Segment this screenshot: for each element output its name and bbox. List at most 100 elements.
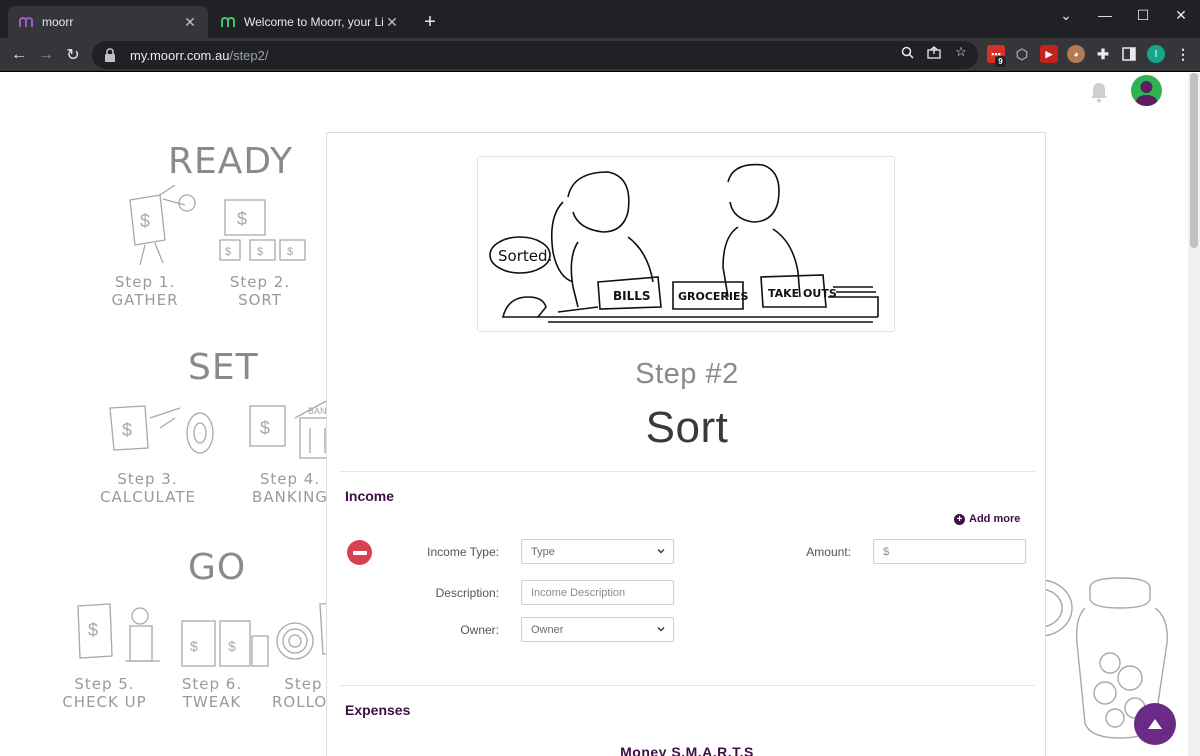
svg-text:$: $ <box>225 246 231 258</box>
notification-bell-icon[interactable] <box>1089 81 1109 103</box>
step-5-line2: CHECK UP <box>62 693 147 711</box>
add-more-button[interactable]: + Add more <box>954 513 1020 525</box>
step-2-line2: SORT <box>238 291 282 309</box>
profile-avatar-icon[interactable]: I <box>1147 45 1165 63</box>
remove-income-button[interactable] <box>347 540 372 565</box>
sorting-bills-illustration: Sorted. BILLS GROCERIES TAKE OUTS <box>489 163 879 323</box>
zoom-icon[interactable] <box>899 44 915 60</box>
new-tab-button[interactable]: + <box>418 10 442 34</box>
folder-groceries-label: GROCERIES <box>678 290 749 303</box>
user-avatar[interactable] <box>1131 75 1162 106</box>
minimize-window-icon[interactable]: — <box>1086 0 1124 30</box>
divider <box>339 471 1035 472</box>
extension-badge: 9 <box>995 56 1006 67</box>
amount-label: Amount: <box>806 545 851 559</box>
browser-toolbar: ← → ↻ my.moorr.com.au/step2/ ☆ ▪▪▪ 9 ⬡ ▶… <box>0 38 1200 72</box>
chevron-down-icon <box>657 549 665 554</box>
go-heading: GO <box>188 547 247 588</box>
step-2-line1: Step 2. <box>229 273 291 291</box>
tab-close-icon[interactable]: ✕ <box>384 14 400 30</box>
set-doodles-illustration: $ $ BANK <box>109 399 360 459</box>
sidebar-step-5[interactable]: Step 5. CHECK UP <box>62 675 147 711</box>
hero-image: Sorted. BILLS GROCERIES TAKE OUTS <box>477 156 895 332</box>
tab-search-chevron-icon[interactable]: ⌄ <box>1047 0 1085 30</box>
income-type-value: Type <box>531 545 555 558</box>
chrome-menu-icon[interactable]: ⋮ <box>1174 45 1192 63</box>
owner-value: Owner <box>531 623 564 636</box>
hero-bubble-text: Sorted. <box>498 247 552 265</box>
moorr-green-favicon-icon <box>220 14 236 30</box>
svg-text:$: $ <box>287 246 293 258</box>
url-text: my.moorr.com.au/step2/ <box>130 47 269 63</box>
svg-text:$: $ <box>190 638 198 654</box>
description-input[interactable]: Income Description <box>521 580 674 605</box>
step-6-line2: TWEAK <box>182 693 242 711</box>
sidebar-step-6[interactable]: Step 6. TWEAK <box>172 675 252 711</box>
plus-circle-icon: + <box>954 513 965 525</box>
go-doodles-illustration: $ $$ $ <box>77 601 359 667</box>
sidebar-step-1[interactable]: Step 1. GATHER <box>105 273 185 309</box>
maximize-window-icon[interactable]: ☐ <box>1124 0 1162 30</box>
scrollbar-thumb[interactable] <box>1190 73 1198 248</box>
back-arrow-icon[interactable]: ← <box>6 42 32 68</box>
svg-text:$: $ <box>257 246 263 258</box>
folder-takeouts-label: TAKE OUTS <box>768 287 837 300</box>
page-scrollbar[interactable] <box>1188 73 1200 756</box>
set-heading: SET <box>188 347 259 388</box>
owner-label: Owner: <box>460 623 499 637</box>
ready-doodles-illustration: $ $ $ $ $ <box>129 185 306 266</box>
owner-select[interactable]: Owner <box>521 617 674 642</box>
sidebar-step-3[interactable]: Step 3. CALCULATE <box>100 470 195 506</box>
minus-icon <box>352 550 367 555</box>
page-viewport: READY $ $ $ $ $ Step 1. GATHER Step 2. SOR… <box>0 73 1200 756</box>
step-5-line1: Step 5. <box>74 675 135 693</box>
income-type-select[interactable]: Type <box>521 539 674 564</box>
chevron-down-icon <box>657 627 665 632</box>
step-3-line1: Step 3. <box>117 470 178 488</box>
folder-bills-label: BILLS <box>613 289 651 303</box>
reload-icon[interactable]: ↻ <box>60 42 86 68</box>
bookmark-star-icon[interactable]: ☆ <box>953 44 969 60</box>
scroll-to-top-button[interactable] <box>1134 703 1176 745</box>
amount-placeholder: $ <box>883 545 890 558</box>
extension-face-icon[interactable]: ◕ <box>1067 45 1085 63</box>
extension-shield-icon[interactable]: ⬡ <box>1013 45 1031 63</box>
share-icon[interactable] <box>926 44 942 60</box>
address-bar[interactable]: my.moorr.com.au/step2/ <box>92 41 978 69</box>
tab-welcome[interactable]: Welcome to Moorr, your Lifestyle by ✕ <box>210 6 410 38</box>
income-section-title: Income <box>345 488 395 504</box>
triangle-up-icon <box>1148 719 1162 729</box>
forward-arrow-icon[interactable]: → <box>33 42 59 68</box>
svg-text:$: $ <box>260 418 270 438</box>
extension-video-icon[interactable]: ▶ <box>1040 45 1058 63</box>
ready-heading: READY <box>168 141 294 182</box>
step-number: Step #2 <box>635 358 739 390</box>
step-4-line1: Step 4. <box>259 470 321 488</box>
sidebar-step-4[interactable]: Step 4. BANKING <box>250 470 330 506</box>
side-panel-icon[interactable] <box>1120 45 1138 63</box>
tab-close-icon[interactable]: ✕ <box>182 14 198 30</box>
step-1-line1: Step 1. <box>114 273 176 291</box>
description-label: Description: <box>435 586 499 600</box>
description-placeholder: Income Description <box>531 586 626 599</box>
tab-title: moorr <box>42 15 74 29</box>
step-1-line2: GATHER <box>111 291 179 309</box>
extensions-puzzle-icon[interactable]: ✚ <box>1094 45 1112 63</box>
browser-tabstrip: moorr ✕ Welcome to Moorr, your Lifestyle… <box>0 0 1200 38</box>
close-window-icon[interactable]: ✕ <box>1162 0 1200 30</box>
svg-text:$: $ <box>88 620 98 640</box>
moorr-favicon-icon <box>18 14 34 30</box>
divider <box>339 685 1035 686</box>
step-3-line2: CALCULATE <box>100 488 196 506</box>
tab-moorr[interactable]: moorr ✕ <box>8 6 208 38</box>
svg-text:$: $ <box>122 420 132 440</box>
add-more-label: Add more <box>969 513 1021 525</box>
step-title: Sort <box>645 403 729 452</box>
sidebar-step-2[interactable]: Step 2. SORT <box>220 273 300 309</box>
amount-input[interactable]: $ <box>873 539 1026 564</box>
user-silhouette-icon <box>1135 81 1158 106</box>
svg-text:$: $ <box>228 638 236 654</box>
tab-title: Welcome to Moorr, your Lifestyle by <box>244 15 384 29</box>
income-type-label: Income Type: <box>427 545 499 559</box>
step-card: Sorted. BILLS GROCERIES TAKE OUTS Step #… <box>326 132 1046 756</box>
